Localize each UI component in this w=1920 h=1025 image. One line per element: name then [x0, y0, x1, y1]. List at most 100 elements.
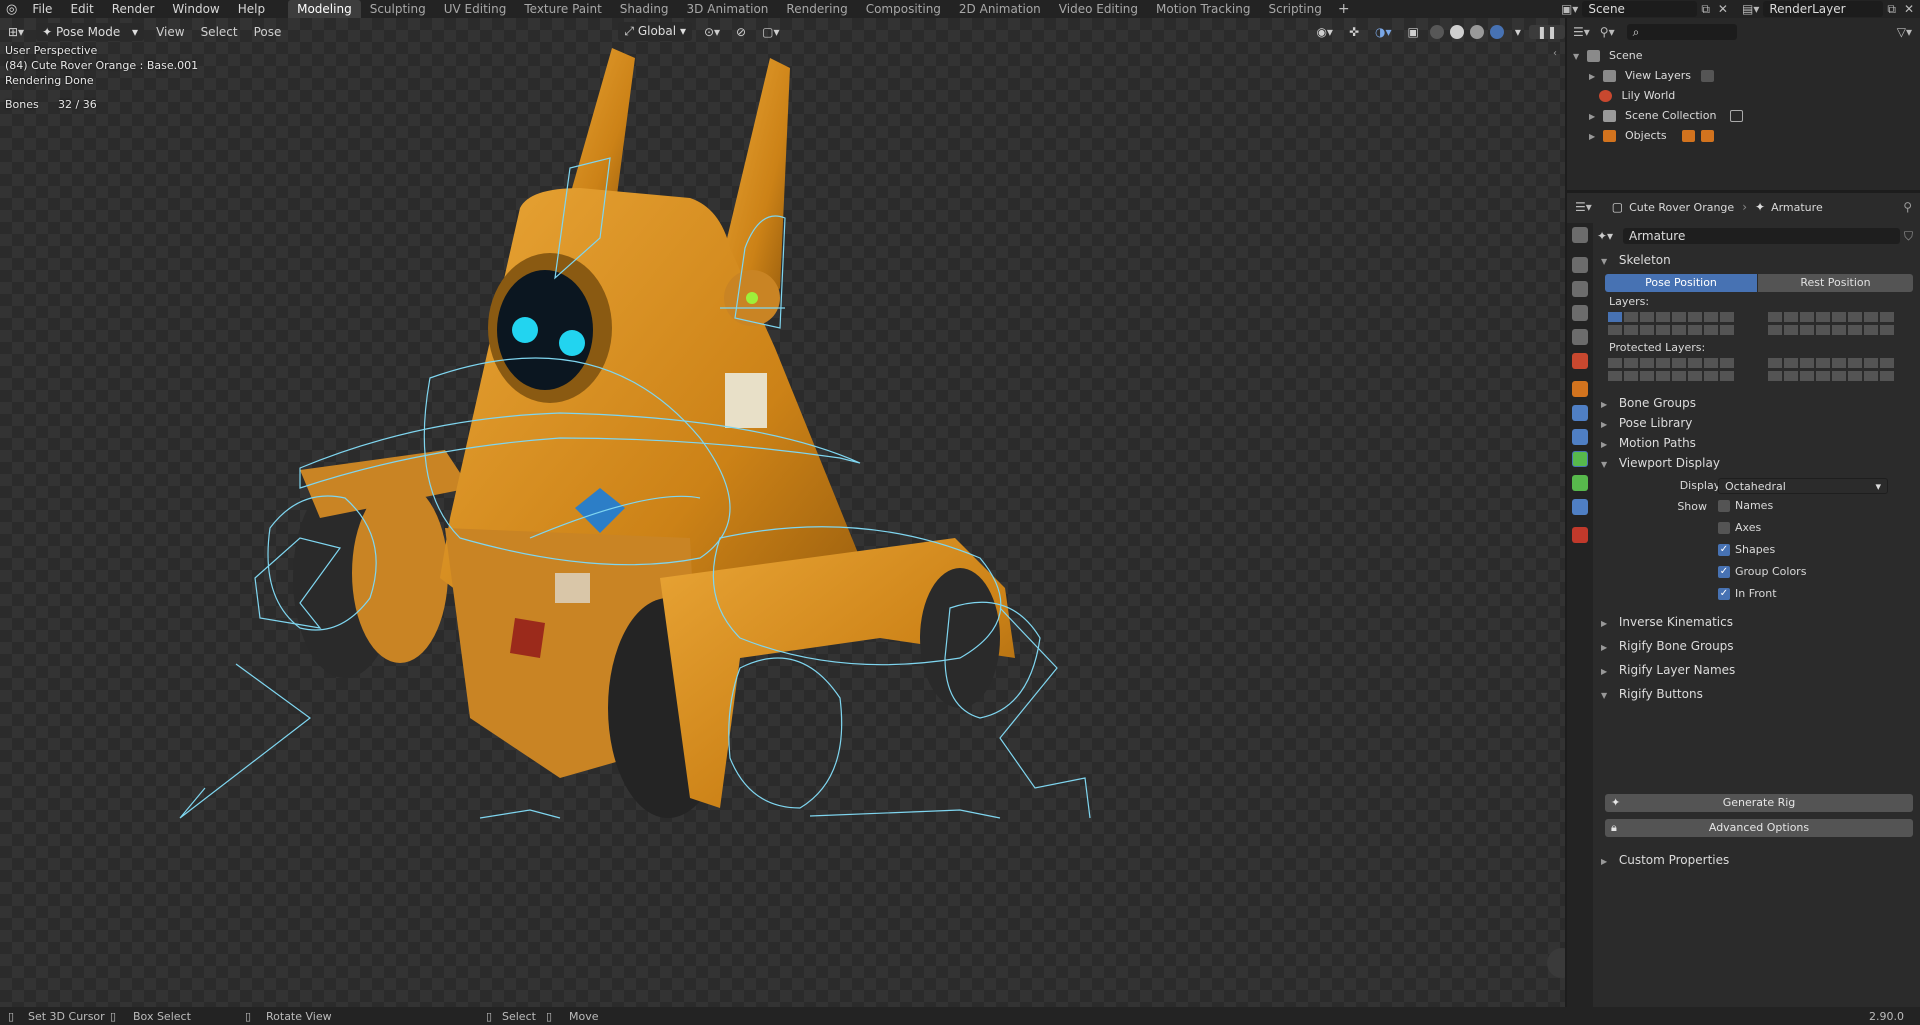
render-tab-icon[interactable]: [1572, 257, 1588, 273]
gizmo-icon[interactable]: ✜: [1341, 25, 1367, 39]
protected-layers-grid[interactable]: [1607, 357, 1917, 383]
tab-video-editing[interactable]: Video Editing: [1050, 0, 1147, 18]
show-option-group-colors[interactable]: ✓ Group Colors: [1718, 565, 1806, 578]
editor-type-icon[interactable]: ⊞▾: [0, 25, 32, 39]
layer-toggle[interactable]: [1799, 324, 1815, 336]
solid-shading-icon[interactable]: [1449, 24, 1464, 39]
collapse-icon[interactable]: ▼: [1573, 47, 1583, 67]
layer-toggle[interactable]: [1671, 324, 1687, 336]
generate-rig-button[interactable]: ✦ Generate Rig: [1605, 794, 1913, 812]
tab-2d-animation[interactable]: 2D Animation: [950, 0, 1050, 18]
layer-toggle[interactable]: [1671, 357, 1687, 369]
layer-toggle[interactable]: [1607, 324, 1623, 336]
layer-toggle[interactable]: [1847, 370, 1863, 382]
snap-icon[interactable]: ⊘: [728, 25, 754, 39]
menu-pose[interactable]: Pose: [246, 25, 290, 39]
pivot-icon[interactable]: ⊙▾: [696, 25, 728, 39]
filter-types-icon[interactable]: ⚲▾: [1596, 25, 1619, 39]
layer-toggle[interactable]: [1719, 370, 1735, 382]
expand-icon[interactable]: ▶: [1589, 67, 1599, 87]
layer-toggle[interactable]: [1671, 370, 1687, 382]
layer-toggle[interactable]: [1831, 370, 1847, 382]
layer-toggle[interactable]: [1879, 311, 1895, 323]
panel-bone-groups[interactable]: ▶ Bone Groups: [1597, 392, 1917, 414]
layer-toggle[interactable]: [1863, 357, 1879, 369]
tab-3d-animation[interactable]: 3D Animation: [678, 0, 778, 18]
shapes-checkbox[interactable]: ✓: [1718, 544, 1730, 556]
layer-toggle[interactable]: [1639, 324, 1655, 336]
panel-custom-properties[interactable]: ▶ Custom Properties: [1597, 849, 1917, 871]
layer-toggle[interactable]: [1655, 324, 1671, 336]
layer-toggle[interactable]: [1623, 311, 1639, 323]
layer-toggle[interactable]: [1687, 311, 1703, 323]
panel-pose-library[interactable]: ▶ Pose Library: [1597, 412, 1917, 434]
layer-toggle[interactable]: [1815, 311, 1831, 323]
tab-motion-tracking[interactable]: Motion Tracking: [1147, 0, 1259, 18]
show-option-names[interactable]: Names: [1718, 499, 1773, 512]
layer-toggle[interactable]: [1815, 370, 1831, 382]
visibility-icon[interactable]: ◉▾: [1308, 25, 1341, 39]
texture-tab-icon[interactable]: [1572, 527, 1588, 543]
layer-toggle[interactable]: [1639, 357, 1655, 369]
layer-toggle[interactable]: [1783, 311, 1799, 323]
overlays-icon[interactable]: ◑▾: [1367, 25, 1400, 39]
menu-render[interactable]: Render: [103, 0, 164, 18]
output-tab-icon[interactable]: [1572, 281, 1588, 297]
tab-scripting[interactable]: Scripting: [1259, 0, 1330, 18]
filter-icon[interactable]: ▽▾: [1889, 25, 1920, 39]
layer-toggle[interactable]: [1655, 357, 1671, 369]
menu-edit[interactable]: Edit: [61, 0, 102, 18]
panel-inverse-kinematics[interactable]: ▶ Inverse Kinematics: [1597, 611, 1917, 633]
rest-position-button[interactable]: Rest Position: [1758, 274, 1913, 292]
tab-sculpting[interactable]: Sculpting: [361, 0, 435, 18]
display-as-dropdown[interactable]: Octahedral ▾: [1718, 478, 1888, 494]
editor-type-icon[interactable]: ☰▾: [1567, 200, 1600, 214]
names-checkbox[interactable]: [1718, 500, 1730, 512]
menu-help[interactable]: Help: [229, 0, 274, 18]
layers-grid[interactable]: [1607, 311, 1917, 337]
material-shading-icon[interactable]: [1469, 24, 1484, 39]
layer-toggle[interactable]: [1879, 324, 1895, 336]
modifiers-tab-icon[interactable]: [1572, 405, 1588, 421]
axes-checkbox[interactable]: [1718, 522, 1730, 534]
layer-toggle[interactable]: [1703, 311, 1719, 323]
layer-toggle[interactable]: [1639, 370, 1655, 382]
panel-viewport-display[interactable]: ▼ Viewport Display: [1597, 452, 1917, 474]
armature-name-field[interactable]: Armature: [1623, 228, 1900, 244]
scene-selector-icon[interactable]: ▣▾: [1557, 2, 1582, 16]
bone-tab-icon[interactable]: [1572, 475, 1588, 491]
layer-toggle[interactable]: [1847, 357, 1863, 369]
outliner-item-world[interactable]: Lily World: [1567, 86, 1920, 106]
expand-icon[interactable]: ▶: [1589, 127, 1599, 147]
world-tab-icon[interactable]: [1572, 353, 1588, 369]
rendered-shading-icon[interactable]: [1489, 24, 1504, 39]
menu-file[interactable]: File: [23, 0, 61, 18]
outliner-item-view-layers[interactable]: ▶ View Layers: [1567, 66, 1920, 86]
shading-options-icon[interactable]: ▾: [1507, 25, 1529, 39]
tab-modeling[interactable]: Modeling: [288, 0, 361, 18]
layer-toggle[interactable]: [1815, 357, 1831, 369]
layer-toggle[interactable]: [1623, 357, 1639, 369]
layer-toggle[interactable]: [1767, 357, 1783, 369]
layer-toggle[interactable]: [1687, 370, 1703, 382]
layer-toggle[interactable]: [1639, 311, 1655, 323]
menu-view[interactable]: View: [148, 25, 192, 39]
scene-tab-icon[interactable]: [1572, 329, 1588, 345]
layer-toggle[interactable]: [1623, 370, 1639, 382]
pin-icon[interactable]: ⚲: [1895, 200, 1920, 214]
panel-rigify-layer-names[interactable]: ▶ Rigify Layer Names: [1597, 659, 1917, 681]
layer-toggle[interactable]: [1703, 357, 1719, 369]
display-mode-icon[interactable]: ☰▾: [1567, 25, 1596, 39]
menu-select[interactable]: Select: [193, 25, 246, 39]
layer-toggle[interactable]: [1671, 311, 1687, 323]
render-layer-field[interactable]: RenderLayer: [1763, 1, 1884, 17]
mode-dropdown[interactable]: ✦ Pose Mode ▾: [36, 22, 145, 41]
pose-position-button[interactable]: Pose Position: [1605, 274, 1757, 292]
proportional-icon[interactable]: ▢▾: [754, 25, 787, 39]
layer-toggle[interactable]: [1783, 357, 1799, 369]
layer-toggle[interactable]: [1719, 311, 1735, 323]
layer-toggle[interactable]: [1719, 357, 1735, 369]
layer-toggle[interactable]: [1655, 370, 1671, 382]
layer-toggle[interactable]: [1703, 324, 1719, 336]
show-option-in-front[interactable]: ✓ In Front: [1718, 587, 1777, 600]
